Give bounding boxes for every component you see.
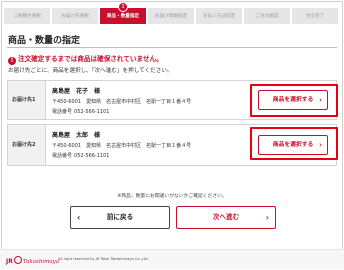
logo-brand: Takashimaya (22, 259, 59, 265)
step-3-current: 3 商品・数量指定 (100, 2, 146, 24)
step-label: 商品・数量指定 (106, 14, 140, 19)
title-divider (7, 47, 337, 48)
select-product-button[interactable]: 商品を選択する › (258, 135, 328, 155)
destination-info: 高島屋 花子 様 〒450-6001 愛知県 名古屋市中村区 名駅一丁目１番４号… (52, 87, 191, 117)
next-button-label: 次へ進む (212, 213, 240, 221)
alert-icon: ! (8, 57, 16, 65)
warning-text: 注文確定するまでは商品は確保されていません。 (18, 55, 163, 63)
brand-logo: JR Takashimaya (6, 256, 59, 265)
step-7: 注文完了 (292, 8, 338, 24)
chevron-right-icon: › (265, 213, 269, 222)
step-label: お届け情報指定 (154, 14, 188, 19)
recipient-phone-row: 電話番号 052-566-1101 (52, 107, 191, 117)
destination-label-cell: お届け先2 (8, 125, 46, 165)
step-number-badge: 3 (118, 2, 128, 12)
step-5: 支払い方法指定 (196, 8, 242, 24)
chevron-right-icon: › (319, 96, 322, 104)
destination-card: お届け先2 高島屋 太郎 様 〒450-6001 愛知県 名古屋市中村区 名駅一… (7, 124, 337, 166)
page-title: 商品・数量の指定 (8, 36, 81, 46)
recipient-name: 高島屋 太郎 様 (52, 132, 101, 139)
instruction-text: お届け先ごとに、商品を選択し、「次へ進む」を押してください。 (8, 68, 173, 74)
step-label: 注文完了 (305, 14, 325, 19)
step-label: ご注文確認 (255, 14, 279, 19)
destination-label-cell: お届け先1 (8, 81, 46, 119)
step-6: ご注文確認 (244, 8, 290, 24)
back-button-label: 前に戻る (106, 213, 134, 221)
step-2: お届け先選択 (52, 8, 98, 24)
destination-card: お届け先1 高島屋 花子 様 〒450-6001 愛知県 名古屋市中村区 名駅一… (7, 80, 337, 120)
recipient-phone: 052-566-1101 (74, 153, 110, 159)
step-1: ご依頼主選択 (4, 8, 50, 24)
phone-label: 電話番号 (52, 153, 73, 159)
destination-info: 高島屋 太郎 様 〒450-6001 愛知県 名古屋市中村区 名駅一丁目１番４号… (52, 131, 191, 161)
step-4: お届け情報指定 (148, 8, 194, 24)
phone-label: 電話番号 (52, 109, 73, 115)
back-button[interactable]: ‹ 前に戻る (70, 206, 170, 229)
step-label: お届け先選択 (61, 14, 89, 19)
recipient-name: 高島屋 花子 様 (52, 88, 101, 95)
rose-logo-icon (13, 256, 22, 264)
recipient-phone: 052-566-1101 (74, 109, 110, 115)
step-label: 支払い方法指定 (202, 14, 236, 19)
select-product-label: 商品を選択する (272, 97, 314, 103)
destination-label: お届け先1 (12, 97, 36, 103)
logo-prefix: JR (6, 258, 13, 265)
select-product-button[interactable]: 商品を選択する › (258, 90, 328, 110)
recipient-address: 〒450-6001 愛知県 名古屋市中村区 名駅一丁目１番４号 (52, 143, 192, 149)
copyright-text: All right reserved by JR Tokai Takashima… (58, 257, 149, 261)
recipient-address: 〒450-6001 愛知県 名古屋市中村区 名駅一丁目１番４号 (52, 99, 192, 105)
chevron-right-icon: › (319, 141, 322, 149)
checkout-steps: ご依頼主選択 お届け先選択 3 商品・数量指定 お届け情報指定 支払い方法指定 ご… (4, 2, 338, 24)
recipient-phone-row: 電話番号 052-566-1101 (52, 151, 191, 161)
confirmation-note: ※商品、数量にお間違いがないかご確認ください。 (117, 194, 227, 199)
step-label: ご依頼主選択 (13, 14, 41, 19)
next-button[interactable]: 次へ進む › (176, 206, 276, 229)
select-product-label: 商品を選択する (272, 142, 314, 148)
destination-label: お届け先2 (12, 142, 36, 148)
warning-message: ! 注文確定するまでは商品は確保されていません。 (8, 53, 163, 65)
footer: JR Takashimaya All right reserved by JR T… (0, 250, 344, 269)
chevron-left-icon: ‹ (77, 213, 81, 222)
